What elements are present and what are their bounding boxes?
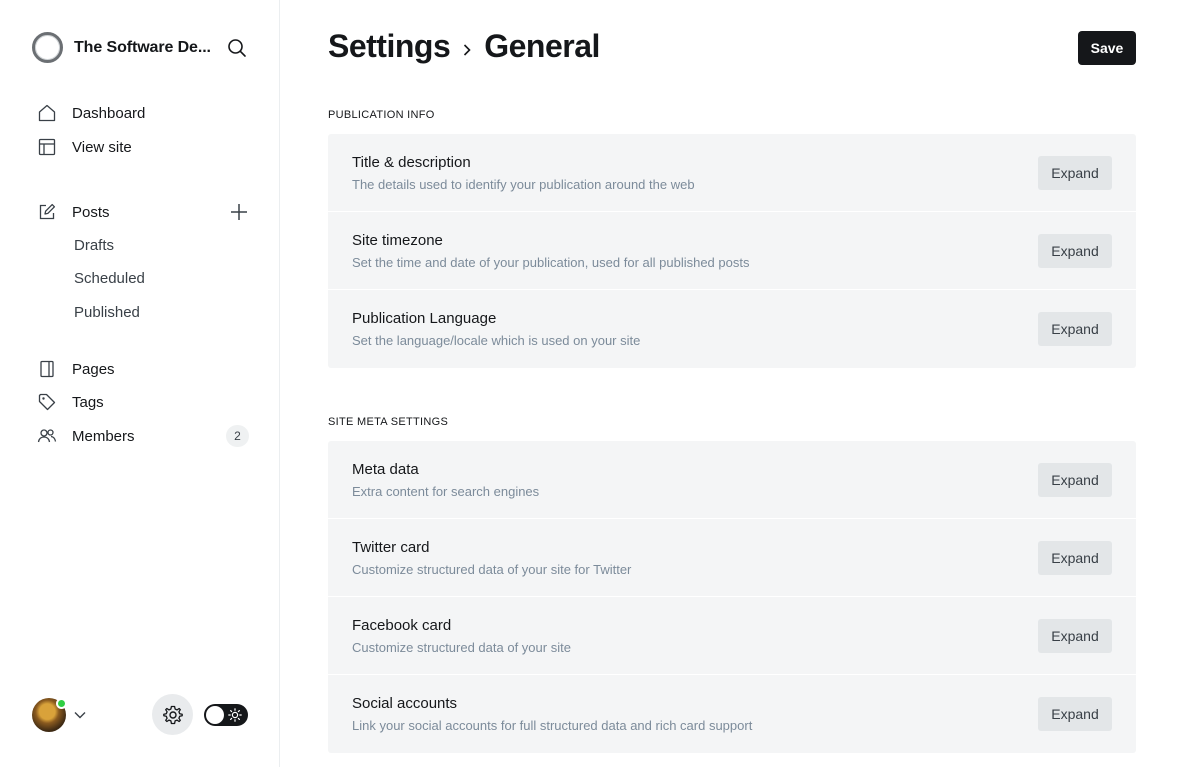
breadcrumb-settings[interactable]: Settings — [328, 28, 451, 65]
nav-pages[interactable]: Pages — [37, 357, 115, 381]
section-title-publication-info: PUBLICATION INFO — [328, 109, 435, 121]
edit-icon — [37, 202, 57, 222]
chevron-right-icon — [450, 37, 484, 57]
setting-row: Social accounts Link your social account… — [328, 675, 1136, 753]
nav-posts-label: Posts — [72, 203, 110, 221]
setting-description: Customize structured data of your site f… — [352, 562, 632, 577]
search-icon[interactable] — [226, 37, 248, 59]
setting-row: Facebook card Customize structured data … — [328, 597, 1136, 675]
dark-mode-toggle[interactable] — [204, 704, 248, 726]
members-icon — [37, 426, 57, 446]
site-logo — [32, 32, 63, 63]
setting-description: Set the language/locale which is used on… — [352, 333, 641, 348]
expand-button[interactable]: Expand — [1038, 463, 1112, 497]
setting-title: Facebook card — [352, 617, 452, 634]
setting-description: The details used to identify your public… — [352, 177, 695, 192]
expand-button[interactable]: Expand — [1038, 234, 1112, 268]
setting-title: Meta data — [352, 461, 419, 478]
nav-posts[interactable]: Posts — [37, 200, 110, 224]
toggle-knob — [206, 706, 224, 724]
sun-icon — [228, 708, 242, 722]
save-button[interactable]: Save — [1078, 31, 1136, 65]
brand[interactable]: The Software De... — [32, 32, 212, 63]
expand-button[interactable]: Expand — [1038, 541, 1112, 575]
online-status-dot — [56, 698, 67, 709]
expand-button[interactable]: Expand — [1038, 619, 1112, 653]
settings-group-site-meta: Meta data Extra content for search engin… — [328, 441, 1136, 753]
nav-published[interactable]: Published — [74, 304, 140, 321]
setting-title: Site timezone — [352, 232, 443, 249]
nav-scheduled[interactable]: Scheduled — [74, 270, 145, 287]
setting-description: Extra content for search engines — [352, 484, 540, 499]
sidebar: The Software De... Dashboard View site P… — [0, 0, 280, 767]
setting-title: Title & description — [352, 154, 471, 171]
nav-members-label: Members — [72, 427, 135, 445]
page-title: General — [484, 28, 600, 64]
nav-tags-label: Tags — [72, 393, 104, 411]
setting-row: Meta data Extra content for search engin… — [328, 441, 1136, 519]
page-icon — [37, 359, 57, 379]
nav-pages-label: Pages — [72, 360, 115, 378]
tag-icon — [37, 392, 57, 412]
setting-row: Title & description The details used to … — [328, 134, 1136, 212]
setting-title: Publication Language — [352, 310, 497, 327]
breadcrumb: Settings General — [328, 28, 600, 65]
setting-description: Link your social accounts for full struc… — [352, 718, 753, 733]
gear-icon — [162, 704, 184, 726]
setting-description: Set the time and date of your publicatio… — [352, 255, 750, 270]
chevron-down-icon[interactable] — [73, 708, 87, 722]
expand-button[interactable]: Expand — [1038, 697, 1112, 731]
nav-view-site-label: View site — [72, 138, 132, 156]
setting-row: Twitter card Customize structured data o… — [328, 519, 1136, 597]
nav-dashboard-label: Dashboard — [72, 104, 146, 122]
nav-drafts[interactable]: Drafts — [74, 237, 114, 254]
nav-view-site[interactable]: View site — [37, 135, 132, 159]
new-post-plus-icon[interactable] — [228, 201, 250, 223]
setting-title: Social accounts — [352, 695, 458, 712]
user-avatar[interactable] — [32, 698, 67, 732]
members-count-badge: 2 — [226, 425, 249, 447]
section-title-site-meta-settings: SITE META SETTINGS — [328, 416, 449, 428]
nav-tags[interactable]: Tags — [37, 390, 104, 414]
nav-dashboard[interactable]: Dashboard — [37, 101, 145, 125]
nav-members[interactable]: Members — [37, 424, 135, 448]
setting-title: Twitter card — [352, 539, 430, 556]
expand-button[interactable]: Expand — [1038, 312, 1112, 346]
home-icon — [37, 103, 57, 123]
settings-gear-button[interactable] — [152, 694, 193, 735]
site-title: The Software De... — [74, 38, 211, 56]
settings-group-publication-info: Title & description The details used to … — [328, 134, 1136, 368]
setting-description: Customize structured data of your site — [352, 640, 571, 655]
expand-button[interactable]: Expand — [1038, 156, 1112, 190]
setting-row: Publication Language Set the language/lo… — [328, 290, 1136, 368]
setting-row: Site timezone Set the time and date of y… — [328, 212, 1136, 290]
layout-icon — [37, 137, 57, 157]
